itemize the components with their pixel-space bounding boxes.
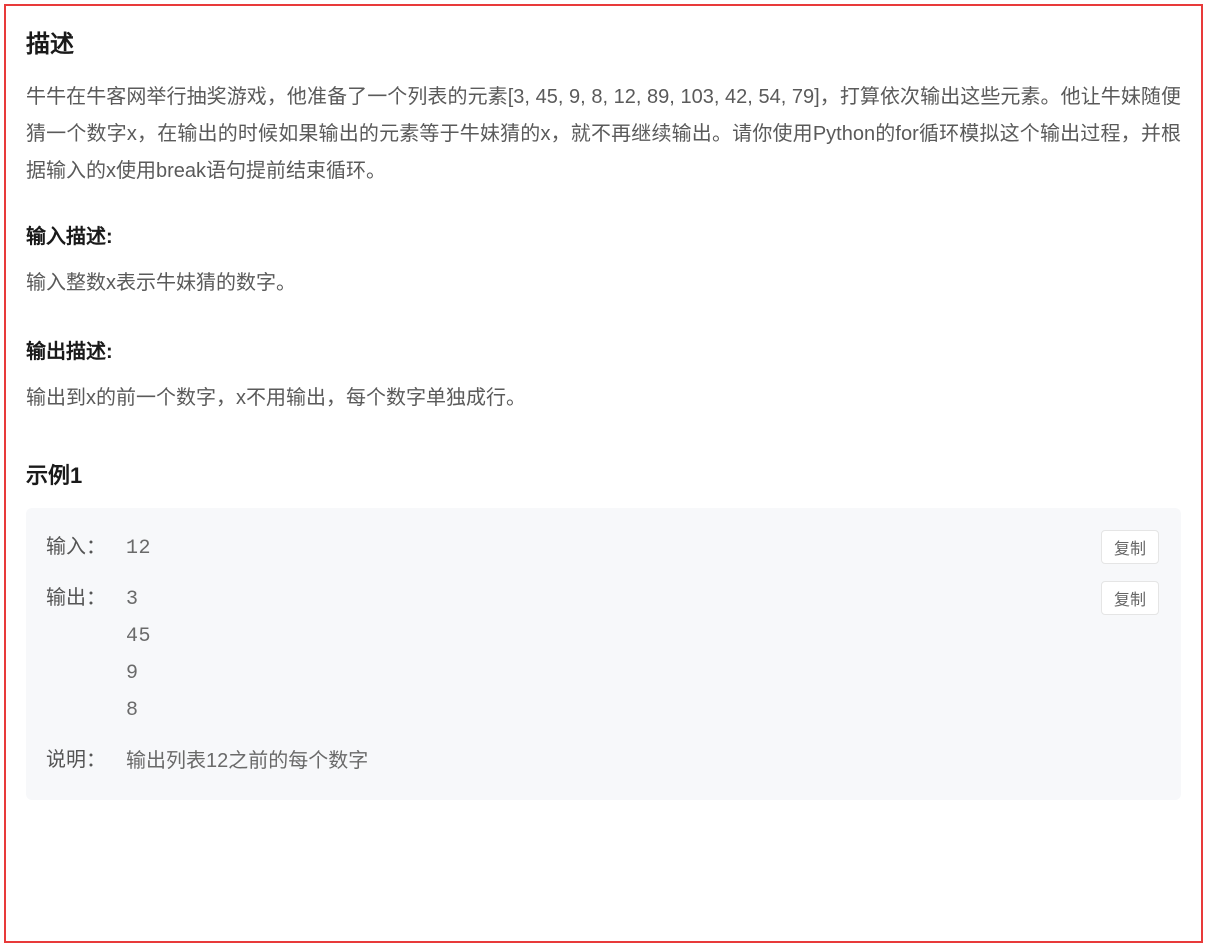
problem-frame: 描述 牛牛在牛客网举行抽奖游戏，他准备了一个列表的元素[3, 45, 9, 8,…	[4, 4, 1203, 943]
example-input-row: 输入： 12 复制	[46, 530, 1161, 567]
example-explain-value: 输出列表12之前的每个数字	[126, 743, 1161, 780]
output-desc-body: 输出到x的前一个数字，x不用输出，每个数字单独成行。	[26, 382, 1181, 414]
example-explain-label: 说明：	[46, 743, 126, 772]
copy-input-button[interactable]: 复制	[1101, 530, 1159, 564]
example-input-label: 输入：	[46, 530, 126, 559]
description-title: 描述	[26, 24, 1181, 59]
example-title: 示例1	[26, 458, 1181, 490]
example-output-row: 输出： 3 45 9 8 复制	[46, 581, 1161, 729]
example-explain-row: 说明： 输出列表12之前的每个数字	[46, 743, 1161, 780]
example-output-value: 3 45 9 8	[126, 581, 1161, 729]
input-desc-body: 输入整数x表示牛妹猜的数字。	[26, 267, 1181, 299]
copy-output-button[interactable]: 复制	[1101, 581, 1159, 615]
example-box: 输入： 12 复制 输出： 3 45 9 8 复制 说明： 输出列表12之前的每…	[26, 508, 1181, 800]
output-desc-title: 输出描述:	[26, 335, 1181, 364]
example-output-label: 输出：	[46, 581, 126, 610]
description-body: 牛牛在牛客网举行抽奖游戏，他准备了一个列表的元素[3, 45, 9, 8, 12…	[26, 79, 1181, 190]
example-input-value: 12	[126, 530, 1161, 567]
input-desc-title: 输入描述:	[26, 220, 1181, 249]
